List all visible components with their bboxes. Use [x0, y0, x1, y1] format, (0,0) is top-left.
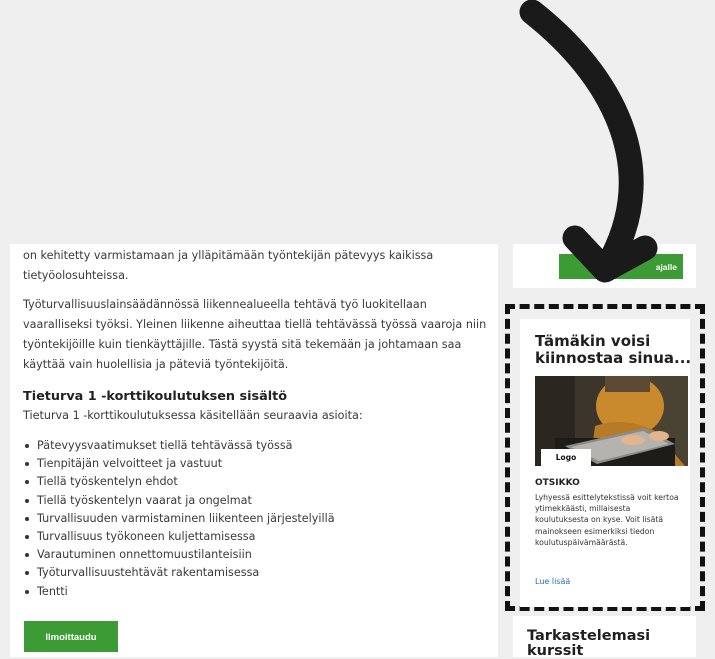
list-item: Tienpitäjän velvoitteet ja vastuut — [25, 455, 493, 473]
recent-courses-title: Tarkastelemasi kurssit — [527, 628, 651, 659]
sidebar-top-card: ajalle — [513, 244, 696, 288]
list-item: Pätevyysvaatimukset tiellä tehtävässä ty… — [25, 437, 493, 455]
list-item: Tiellä työskentelyn ehdot — [25, 473, 493, 491]
recent-courses-card: Tarkastelemasi kurssit — [513, 616, 696, 659]
logo-badge: Logo — [541, 449, 591, 466]
list-item: Turvallisuus työkoneen kuljettamisessa — [25, 528, 493, 546]
promo-title: Tämäkin voisi kiinnostaa sinua... — [535, 332, 692, 367]
safety-paragraph: Työturvallisuuslainsäädännössä liikennea… — [23, 298, 487, 371]
section-title: Tieturva 1 -korttikoulutuksen sisältö — [23, 389, 288, 404]
list-item: Tiellä työskentelyn vaarat ja ongelmat — [25, 492, 493, 510]
topics-list: Pätevyysvaatimukset tiellä tehtävässä ty… — [23, 437, 493, 601]
list-item: Työturvallisuustehtävät rakentamisessa — [25, 564, 493, 582]
promo-highlight-frame: Tämäkin voisi kiinnostaa sinua... Logo O… — [505, 304, 705, 611]
sidebar-register-button[interactable]: ajalle — [559, 254, 683, 279]
list-item: Turvallisuuden varmistaminen liikenteen … — [25, 510, 493, 528]
promo-heading: OTSIKKO — [535, 478, 580, 488]
promo-text: Lyhyessä esittelytekstissä voit kertoa y… — [535, 493, 679, 547]
course-description-content: on kehitetty varmistamaan ja ylläpitämää… — [23, 246, 493, 601]
intro-paragraph: on kehitetty varmistamaan ja ylläpitämää… — [23, 249, 434, 282]
read-more-link[interactable]: Lue lisää — [535, 577, 570, 586]
list-item: Tentti — [25, 583, 493, 601]
list-item: Varautuminen onnettomuustilanteisiin — [25, 546, 493, 564]
register-button[interactable]: Ilmoittaudu — [24, 621, 118, 652]
promo-card[interactable]: Tämäkin voisi kiinnostaa sinua... Logo O… — [520, 319, 691, 607]
promo-image: Logo — [535, 376, 688, 466]
course-description-card: on kehitetty varmistamaan ja ylläpitämää… — [10, 244, 498, 657]
section-intro: Tieturva 1 -korttikoulutuksessa käsitell… — [23, 409, 363, 422]
